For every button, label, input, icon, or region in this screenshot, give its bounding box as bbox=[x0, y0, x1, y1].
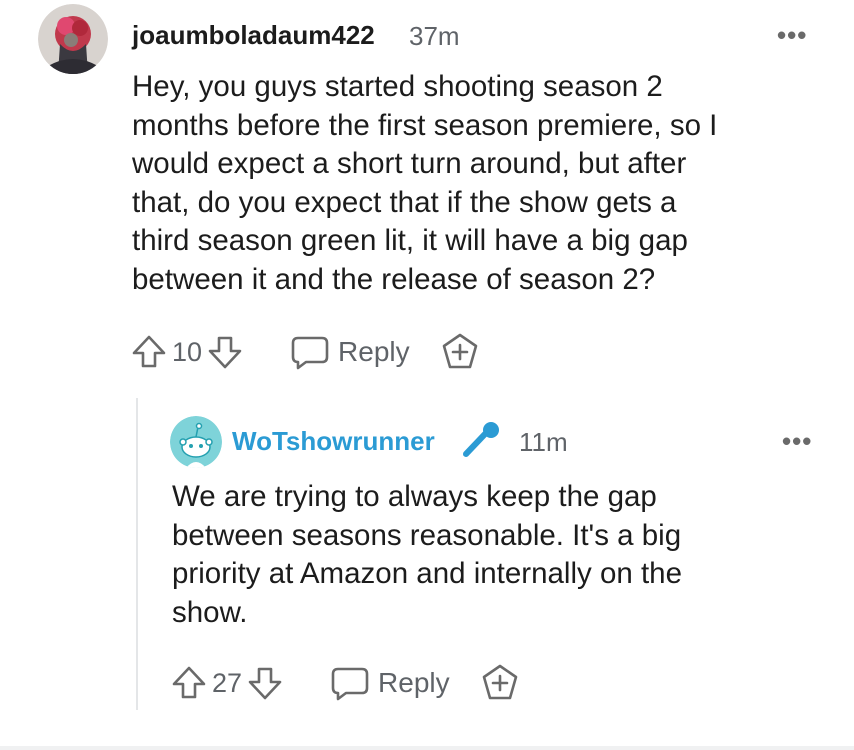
user-avatar-icon bbox=[38, 4, 108, 74]
reply-button[interactable]: Reply bbox=[290, 334, 410, 370]
snoo-avatar-icon bbox=[170, 416, 222, 468]
comment-timestamp: 11m bbox=[519, 427, 568, 457]
chat-bubble-icon bbox=[331, 667, 369, 701]
comment-actions: 27 Reply bbox=[170, 664, 520, 702]
avatar-joaumboladaum422[interactable] bbox=[38, 4, 108, 74]
comment-body: We are trying to always keep the gap bet… bbox=[172, 480, 682, 629]
comment-timestamp: 37m bbox=[409, 21, 460, 51]
comment-username[interactable]: WoTshowrunner bbox=[232, 426, 435, 457]
more-options-icon[interactable]: ••• bbox=[782, 428, 812, 454]
reply-label: Reply bbox=[338, 336, 410, 367]
microphone-icon bbox=[458, 420, 502, 460]
comment-username[interactable]: joaumboladaum422 bbox=[132, 20, 375, 51]
more-options-icon[interactable]: ••• bbox=[777, 22, 807, 48]
vote-count: 27 bbox=[212, 667, 243, 698]
comment-body: Hey, you guys started shooting season 2 … bbox=[132, 70, 718, 296]
upvote-icon[interactable] bbox=[170, 664, 208, 702]
vote-count: 10 bbox=[172, 336, 203, 367]
upvote-icon[interactable] bbox=[130, 333, 168, 371]
comment-parent: joaumboladaum422 37m ••• Hey, you guys s… bbox=[0, 0, 854, 400]
award-icon[interactable] bbox=[440, 332, 480, 372]
comment-reply: WoTshowrunner 11m ••• We are trying to a… bbox=[0, 400, 854, 746]
downvote-icon[interactable] bbox=[246, 664, 284, 702]
chat-bubble-icon bbox=[291, 336, 329, 370]
divider bbox=[0, 746, 854, 750]
reply-label: Reply bbox=[378, 667, 450, 698]
reply-button[interactable]: Reply bbox=[330, 665, 450, 701]
award-icon[interactable] bbox=[480, 663, 520, 703]
avatar-wotshowrunner[interactable] bbox=[170, 416, 222, 468]
comment-actions: 10 Reply bbox=[130, 333, 480, 371]
downvote-icon[interactable] bbox=[206, 333, 244, 371]
